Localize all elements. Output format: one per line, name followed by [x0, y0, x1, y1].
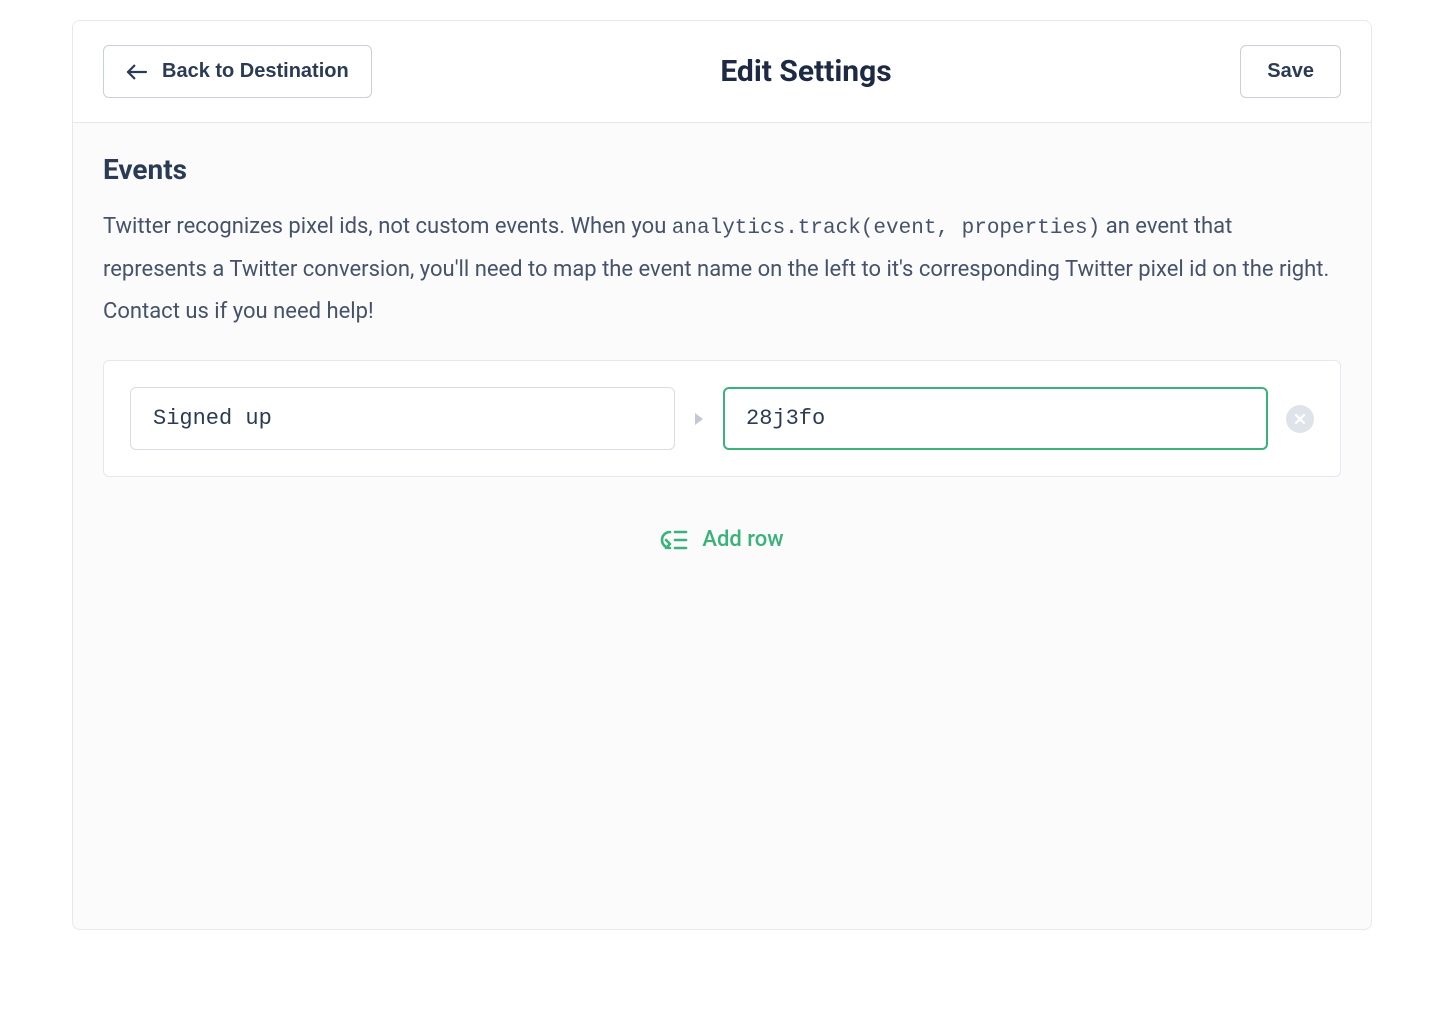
back-to-destination-button[interactable]: Back to Destination — [103, 45, 372, 98]
mapping-row — [130, 387, 1314, 450]
save-button[interactable]: Save — [1240, 45, 1341, 98]
add-row-label: Add row — [702, 527, 783, 552]
back-button-label: Back to Destination — [162, 60, 349, 83]
mapping-card — [103, 360, 1341, 477]
description-code: analytics.track(event, properties) — [672, 217, 1100, 240]
page-title: Edit Settings — [372, 54, 1241, 89]
panel-header: Back to Destination Edit Settings Save — [73, 21, 1371, 123]
arrow-left-icon — [126, 63, 148, 81]
panel-content: Events Twitter recognizes pixel ids, not… — [73, 123, 1371, 929]
add-row-button[interactable]: Add row — [103, 527, 1341, 552]
description-text-pre: Twitter recognizes pixel ids, not custom… — [103, 214, 672, 239]
settings-panel: Back to Destination Edit Settings Save E… — [72, 20, 1372, 930]
close-icon — [1294, 413, 1306, 425]
add-row-icon — [660, 528, 688, 552]
section-heading: Events — [103, 153, 1341, 186]
caret-right-icon — [693, 412, 705, 426]
remove-row-button[interactable] — [1286, 405, 1314, 433]
pixel-id-input[interactable] — [723, 387, 1268, 450]
section-description: Twitter recognizes pixel ids, not custom… — [103, 206, 1341, 332]
event-name-input[interactable] — [130, 387, 675, 450]
